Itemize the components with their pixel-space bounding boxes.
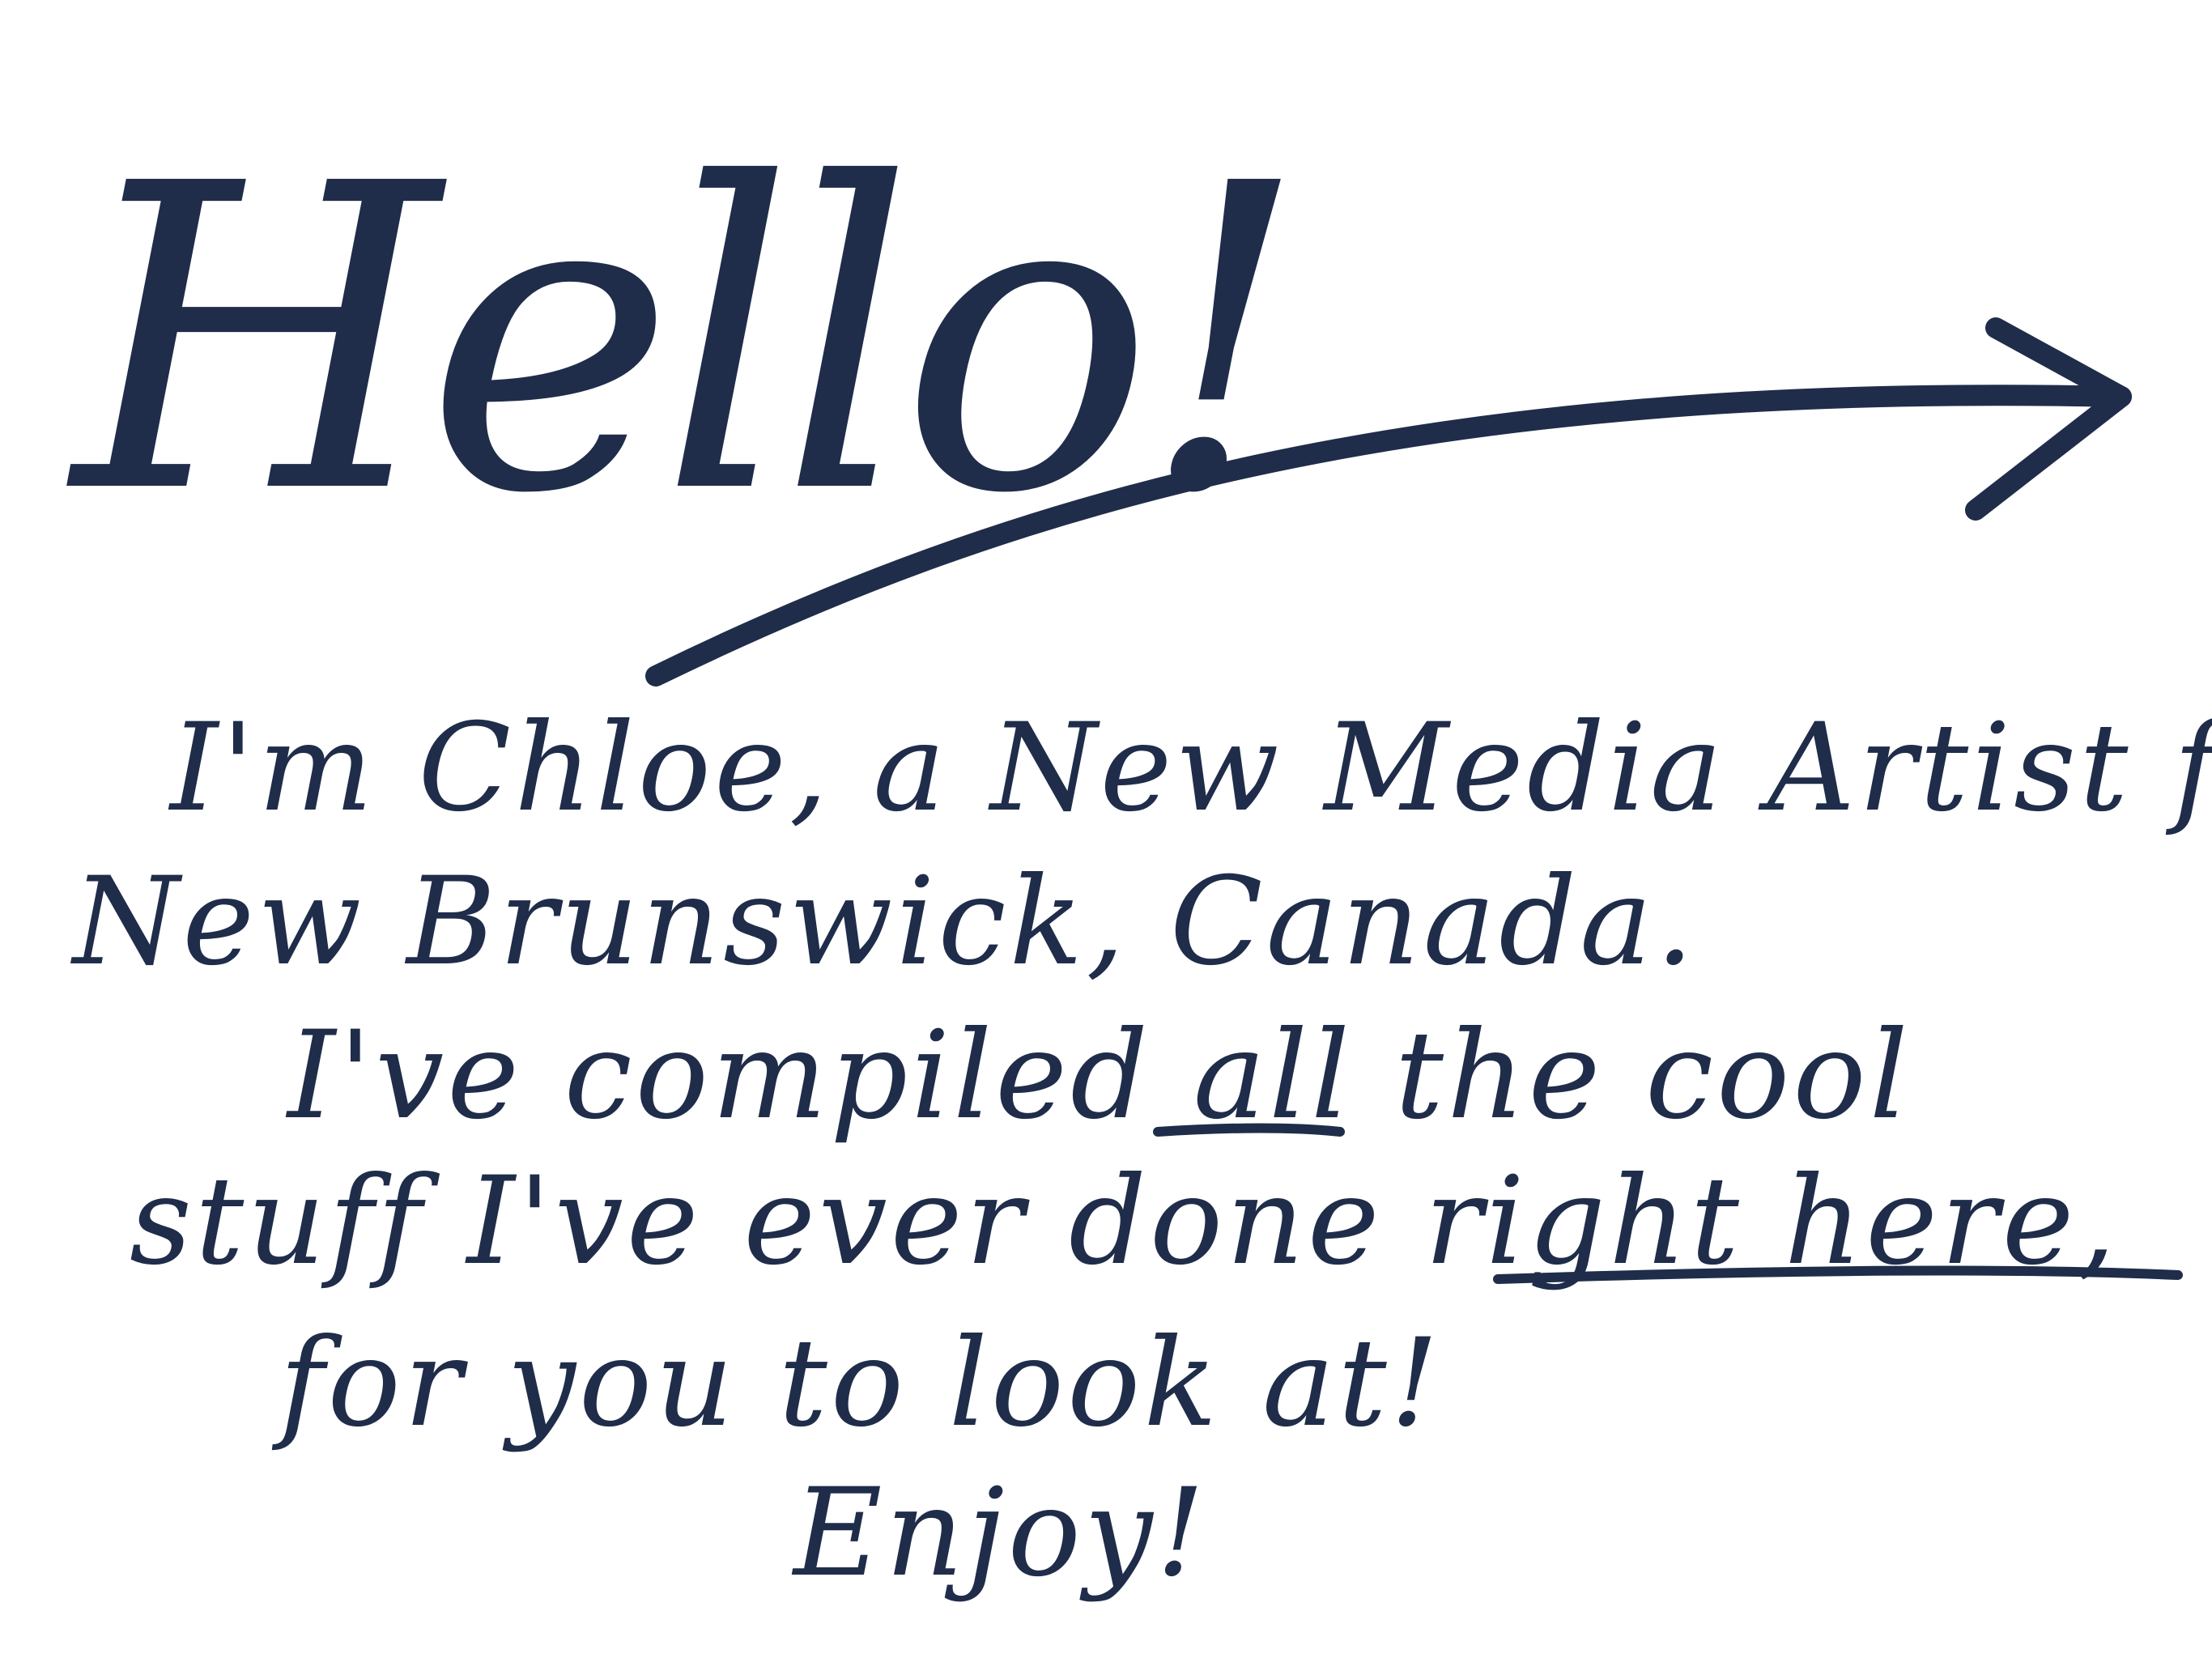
handwritten-note: Hello! I'm Chloe, a New Media Artist fro…	[66, 95, 2212, 1604]
underline-all	[1153, 1123, 1345, 1137]
note-line-1: I'm Chloe, a New Media Artist from	[168, 698, 2212, 839]
note-line-3: I've compiled all the cool	[285, 1005, 1912, 1146]
note-line-5: for you to look at!	[271, 1313, 1442, 1454]
note-line-2: New Brunswick, Canada.	[70, 852, 1697, 993]
note-line-6: Enjoy!	[791, 1463, 1208, 1604]
